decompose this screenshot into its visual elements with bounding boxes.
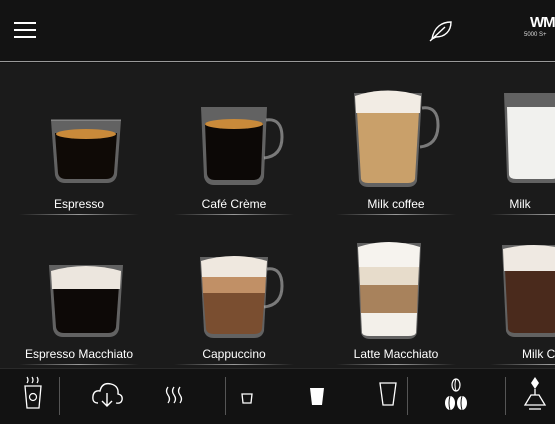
beverage-label: Espresso Macchiato [24, 347, 134, 361]
beverage-label: Latte Macchiato [353, 347, 439, 361]
cloud-download-icon[interactable] [90, 369, 124, 424]
cappuccino-glass-icon [200, 256, 284, 338]
espresso-macchiato-glass-icon [49, 265, 123, 337]
beverage-tile-latte-macchiato[interactable]: Latte Macchiato [326, 213, 466, 365]
brand-logo: WMF 5000 S+ [524, 14, 555, 56]
large-cup-icon[interactable] [376, 369, 400, 424]
beverage-label: Milk [509, 197, 531, 211]
beverage-label: Milk Ch [521, 347, 555, 361]
beverage-grid: Espresso Café Crème Milk coffee Milk Esp… [0, 63, 555, 368]
beverage-tile-milk[interactable]: Milk [480, 63, 555, 215]
grinder-icon[interactable] [519, 369, 551, 424]
milk-glass-icon [504, 93, 555, 183]
beverage-label: Espresso [53, 197, 105, 211]
coffee-beans-icon[interactable] [441, 369, 471, 424]
top-bar: WMF 5000 S+ [0, 0, 555, 62]
separator [225, 377, 226, 415]
medium-cup-icon[interactable] [306, 369, 328, 424]
separator [505, 377, 506, 415]
beverage-tile-espresso-macchiato[interactable]: Espresso Macchiato [9, 213, 149, 365]
beverage-label: Cappuccino [202, 347, 266, 361]
beverage-tile-cappuccino[interactable]: Cappuccino [164, 213, 304, 365]
beverage-tile-milk-choc[interactable]: Milk Ch [480, 213, 555, 365]
beverage-label: Café Crème [201, 197, 267, 211]
tile-divider [174, 364, 294, 365]
leaf-icon[interactable] [428, 18, 454, 42]
latte-macchiato-glass-icon [357, 242, 421, 339]
espresso-glass-icon [51, 119, 121, 183]
small-cup-icon[interactable] [237, 369, 257, 424]
hot-water-cup-icon[interactable] [18, 369, 48, 424]
beverage-label: Milk coffee [367, 197, 425, 211]
tile-divider [336, 364, 456, 365]
beverage-tile-milk-coffee[interactable]: Milk coffee [326, 63, 466, 215]
brand-logo-text: WMF [530, 14, 555, 31]
cafe-creme-glass-icon [201, 107, 284, 185]
tile-divider [19, 364, 139, 365]
brand-model: 5000 S+ [524, 32, 547, 38]
beverage-tile-espresso[interactable]: Espresso [9, 63, 149, 215]
milk-choc-glass-icon [502, 245, 555, 337]
milk-coffee-glass-icon [354, 90, 440, 187]
separator [59, 377, 60, 415]
tile-divider [490, 364, 555, 365]
separator [407, 377, 408, 415]
steam-icon[interactable] [163, 369, 187, 424]
beverage-tile-cafe-creme[interactable]: Café Crème [164, 63, 304, 215]
bottom-bar [0, 368, 555, 423]
hamburger-menu-icon[interactable] [14, 21, 36, 39]
